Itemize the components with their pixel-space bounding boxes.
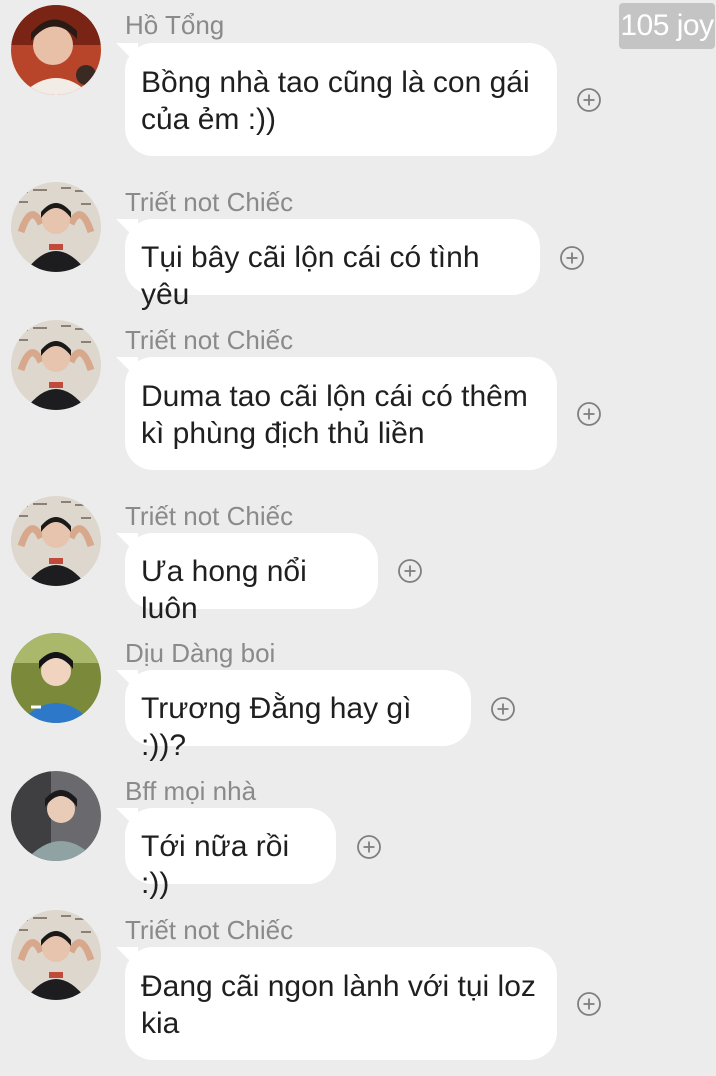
message-bubble[interactable]: Đang cãi ngon lành với tụi loz kia <box>125 947 557 1060</box>
avatar-triet[interactable] <box>11 496 101 586</box>
message-bubble[interactable]: Tới nữa rồi :)) <box>125 808 336 900</box>
avatar-triet[interactable] <box>11 320 101 410</box>
message-bubble[interactable]: Bồng nhà tao cũng là con gái của ẻm :)) <box>125 43 557 156</box>
sender-name: Hồ Tổng <box>125 10 225 40</box>
add-reaction-icon[interactable] <box>490 696 516 722</box>
watermark-label: 105 joy <box>619 3 715 49</box>
avatar-bff[interactable] <box>11 771 101 861</box>
add-reaction-icon[interactable] <box>576 87 602 113</box>
message-text: Ưa hong nổi luôn <box>141 555 307 625</box>
message-text: Duma tao cãi lộn cái có thêm kì phùng đị… <box>141 380 528 450</box>
message-text: Tới nữa rồi :)) <box>141 830 290 900</box>
message-bubble[interactable]: Trương Đằng hay gì :))? <box>125 670 471 762</box>
add-reaction-icon[interactable] <box>397 558 423 584</box>
sender-name: Dịu Dàng boi <box>125 638 276 668</box>
add-reaction-icon[interactable] <box>576 401 602 427</box>
sender-name: Bff mọi nhà <box>125 776 257 806</box>
add-reaction-icon[interactable] <box>559 245 585 271</box>
sender-name: Triết not Chiếc <box>125 915 294 945</box>
message-text: Bồng nhà tao cũng là con gái của ẻm :)) <box>141 66 530 136</box>
avatar-triet[interactable] <box>11 182 101 272</box>
message-bubble[interactable]: Tụi bây cãi lộn cái có tình yêu <box>125 219 540 311</box>
message-bubble[interactable]: Duma tao cãi lộn cái có thêm kì phùng đị… <box>125 357 557 470</box>
message-text: Đang cãi ngon lành với tụi loz kia <box>141 970 536 1040</box>
avatar-ho-tong[interactable] <box>11 5 101 95</box>
add-reaction-icon[interactable] <box>356 834 382 860</box>
avatar-diu-dang[interactable] <box>11 633 101 723</box>
sender-name: Triết not Chiếc <box>125 187 294 217</box>
add-reaction-icon[interactable] <box>576 991 602 1017</box>
message-text: Trương Đằng hay gì :))? <box>141 692 412 762</box>
sender-name: Triết not Chiếc <box>125 501 294 531</box>
message-text: Tụi bây cãi lộn cái có tình yêu <box>141 241 480 311</box>
sender-name: Triết not Chiếc <box>125 325 294 355</box>
message-bubble[interactable]: Ưa hong nổi luôn <box>125 533 378 625</box>
avatar-triet[interactable] <box>11 910 101 1000</box>
